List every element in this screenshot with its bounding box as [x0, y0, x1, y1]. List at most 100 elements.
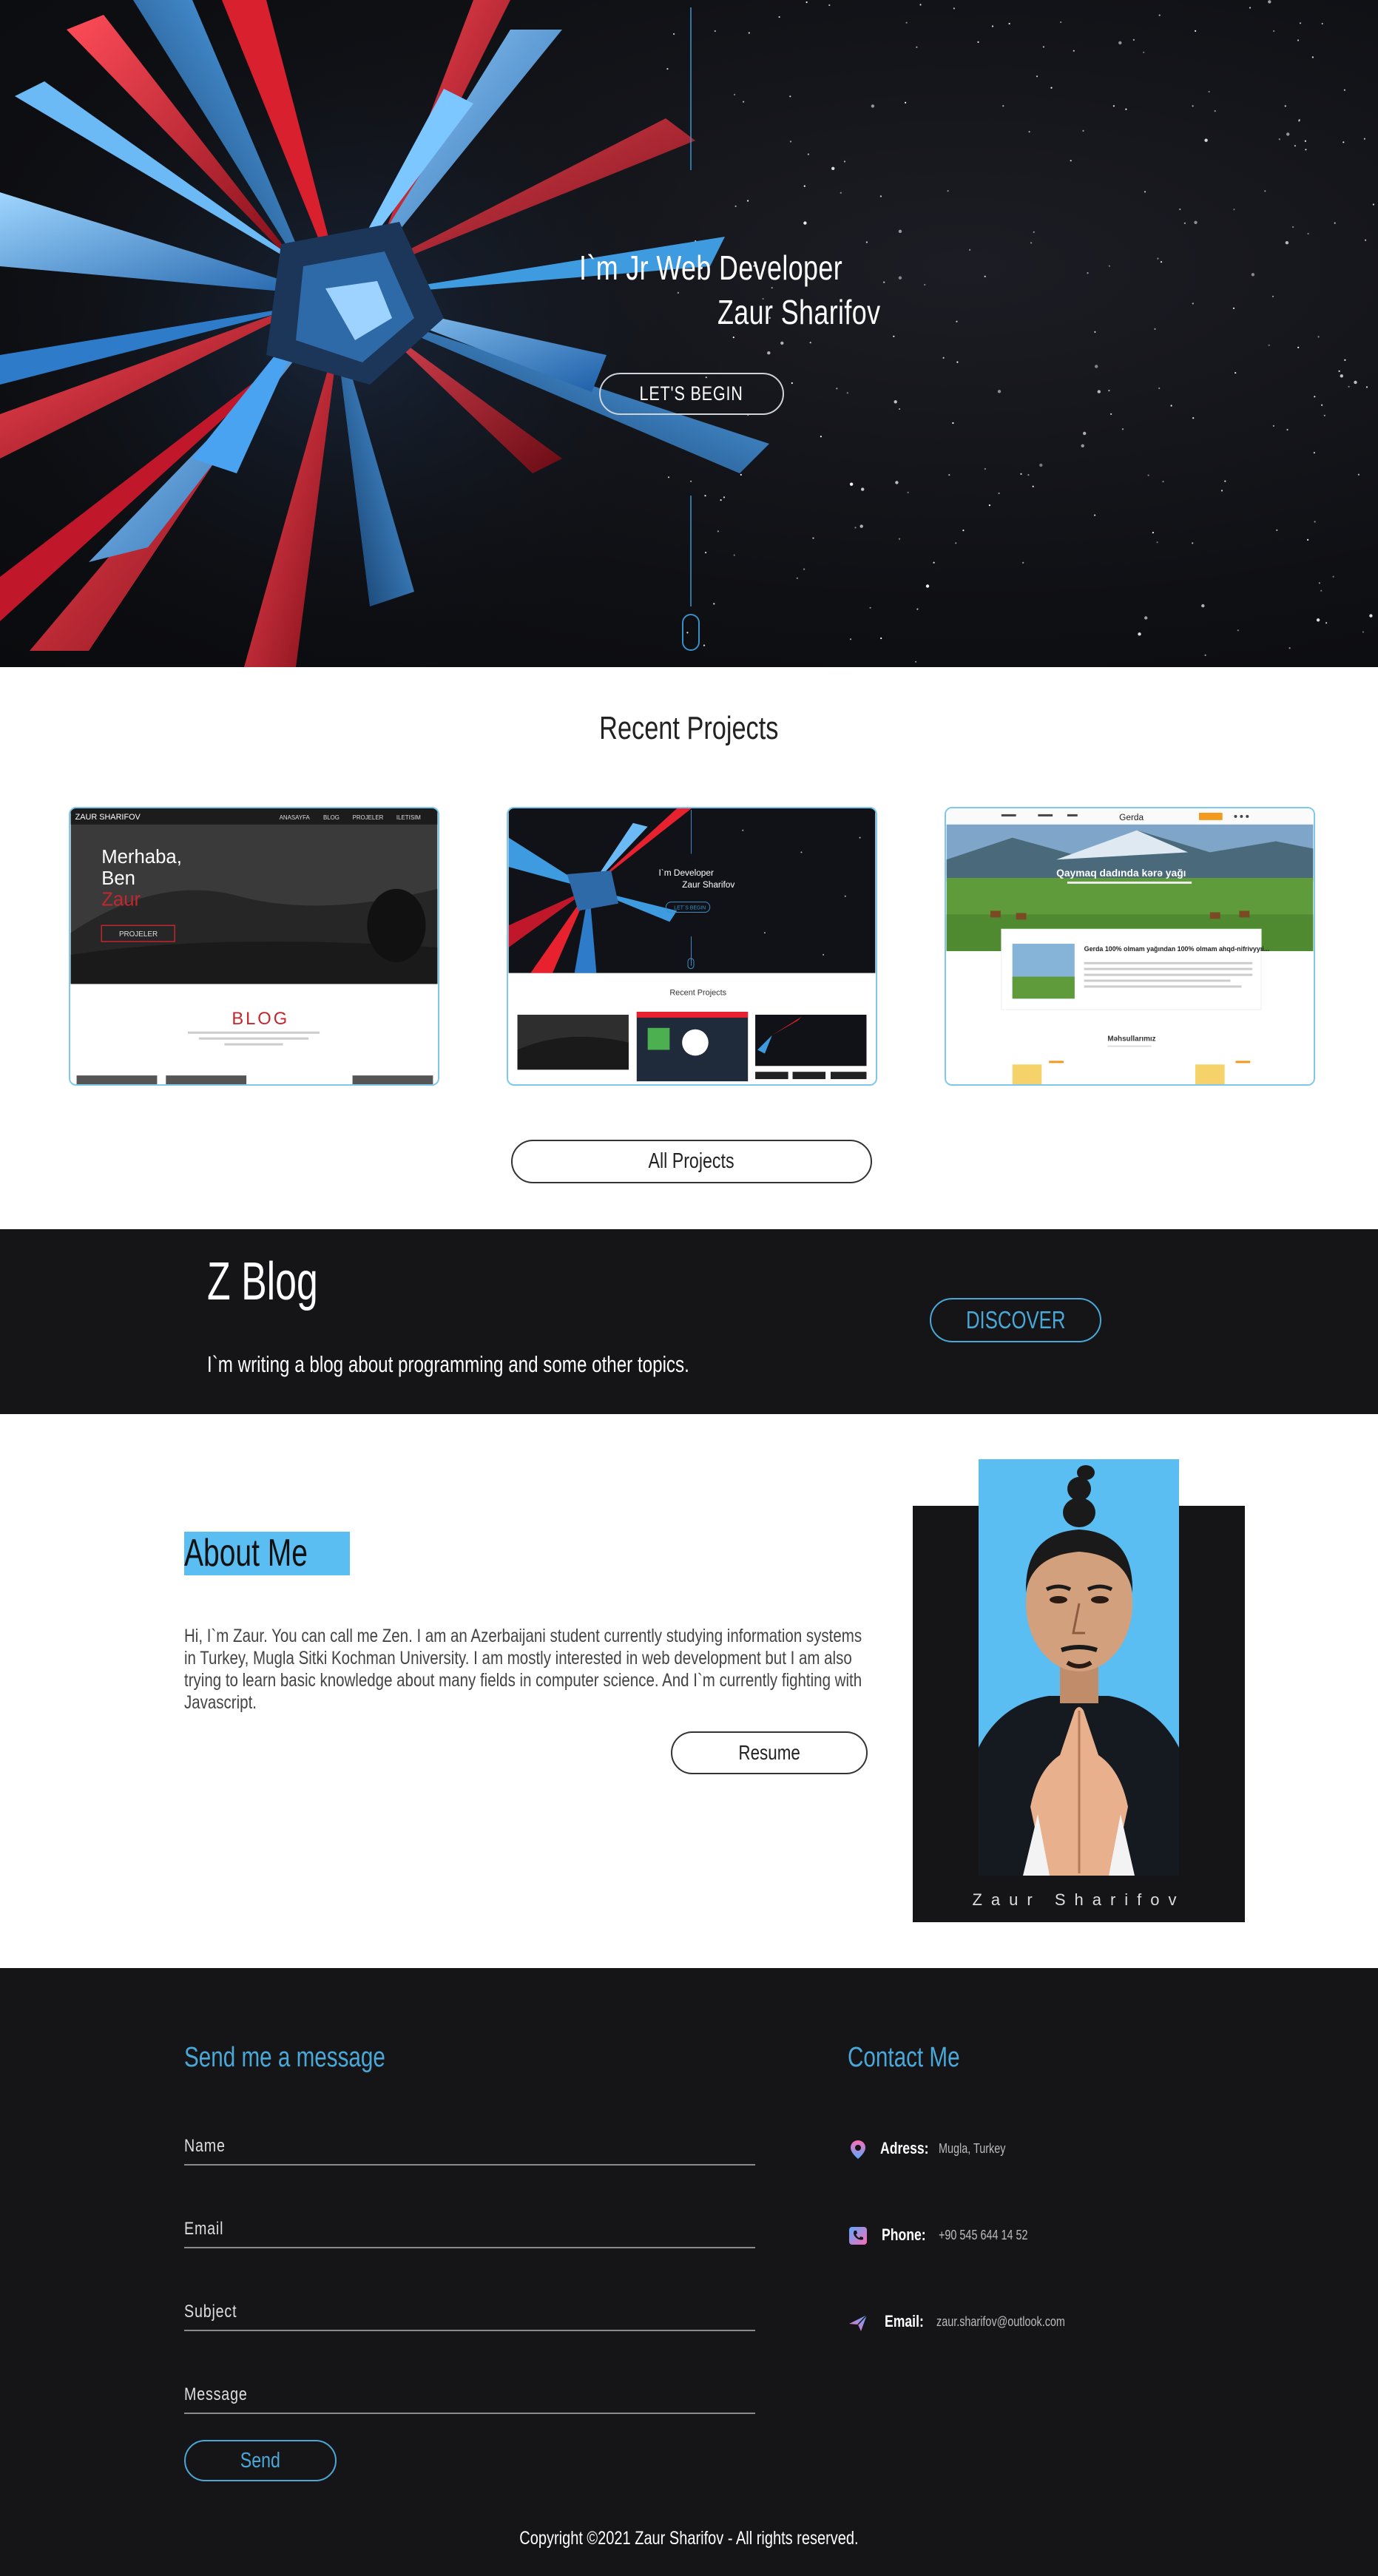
- star: [1307, 538, 1309, 541]
- send-label: Send: [240, 2448, 281, 2472]
- star: [1348, 385, 1350, 388]
- star: [1170, 405, 1172, 407]
- star: [1036, 75, 1038, 78]
- location-pin-icon: [851, 2140, 865, 2159]
- name-field[interactable]: [184, 2164, 755, 2166]
- star: [984, 275, 986, 277]
- star: [894, 400, 897, 404]
- star: [907, 491, 909, 494]
- star: [840, 192, 842, 194]
- profile-photo: [979, 1459, 1179, 1876]
- star: [1338, 370, 1340, 372]
- about-title: About Me: [184, 1532, 350, 1575]
- star: [1121, 428, 1124, 430]
- star: [916, 46, 918, 48]
- star: [1317, 336, 1320, 338]
- discover-button[interactable]: DISCOVER: [930, 1298, 1101, 1342]
- star: [809, 342, 811, 344]
- project-card-portfolio[interactable]: I`m Developer Zaur Sharifov LET`S BEGIN …: [507, 807, 877, 1086]
- message-field[interactable]: [184, 2413, 755, 2414]
- star: [859, 524, 863, 528]
- star: [1365, 386, 1368, 388]
- star: [828, 4, 831, 7]
- star: [905, 21, 908, 24]
- star: [955, 542, 957, 544]
- star: [849, 482, 854, 486]
- star: [997, 390, 1002, 393]
- address-label: Adress:: [880, 2139, 929, 2157]
- star: [1297, 346, 1300, 348]
- star: [849, 638, 852, 640]
- star: [805, 1, 808, 4]
- star: [977, 41, 979, 44]
- star: [948, 474, 950, 476]
- lets-begin-button[interactable]: LET'S BEGIN: [599, 373, 784, 415]
- hero-divider-bottom: [690, 496, 692, 606]
- footer-section: Send me a message Contact Me Name Email …: [0, 1968, 1378, 2576]
- all-projects-button[interactable]: All Projects: [511, 1140, 872, 1183]
- svg-text:BLOG: BLOG: [232, 1010, 289, 1029]
- star: [1070, 160, 1072, 162]
- project-card-gerda[interactable]: Gerda Qaymaq dadında kərə yağı Gerda 100…: [945, 807, 1315, 1086]
- star: [898, 538, 901, 540]
- scroll-down-icon[interactable]: [682, 614, 700, 651]
- star: [854, 527, 857, 529]
- star: [789, 95, 791, 98]
- star: [1372, 203, 1374, 206]
- star: [843, 160, 846, 163]
- star: [1073, 50, 1075, 52]
- star: [1033, 231, 1035, 233]
- star: [1050, 87, 1053, 89]
- star: [1039, 463, 1043, 467]
- star: [1289, 647, 1291, 649]
- star: [1143, 51, 1145, 53]
- star: [1284, 105, 1286, 107]
- star: [1192, 302, 1194, 305]
- about-text: Hi, I`m Zaur. You can call me Zen. I am …: [184, 1626, 862, 1713]
- star: [1157, 257, 1159, 260]
- message-field-label: Message: [184, 2384, 248, 2404]
- star: [869, 606, 871, 609]
- resume-button[interactable]: Resume: [671, 1731, 868, 1774]
- star: [1097, 390, 1101, 393]
- star: [1154, 328, 1156, 330]
- send-button[interactable]: Send: [184, 2440, 337, 2481]
- svg-text:LET`S BEGIN: LET`S BEGIN: [674, 906, 706, 911]
- paper-plane-icon: [849, 2314, 868, 2331]
- star: [803, 185, 805, 187]
- star: [1194, 220, 1198, 224]
- star: [1158, 14, 1161, 16]
- star: [1030, 242, 1033, 244]
- subject-field[interactable]: [184, 2330, 755, 2331]
- hero-abstract-art: [0, 0, 769, 667]
- star: [879, 195, 882, 197]
- project-card-blog[interactable]: ZAUR SHARIFOV ANASAYFA BLOG PROJELER ILE…: [69, 807, 439, 1086]
- star: [1094, 514, 1096, 516]
- star: [1251, 273, 1255, 277]
- star: [898, 229, 902, 233]
- star: [880, 637, 882, 640]
- star: [1144, 191, 1146, 193]
- project-thumbnail-blog: ZAUR SHARIFOV ANASAYFA BLOG PROJELER ILE…: [70, 808, 438, 1084]
- star: [916, 608, 919, 610]
- star: [1208, 90, 1210, 93]
- star: [1276, 529, 1278, 532]
- email-field[interactable]: [184, 2247, 755, 2248]
- star: [1233, 209, 1235, 211]
- star: [1204, 654, 1206, 657]
- discover-label: DISCOVER: [965, 1306, 1066, 1333]
- star: [1320, 589, 1323, 592]
- star: [1286, 428, 1289, 431]
- star: [1201, 604, 1205, 608]
- star: [1008, 22, 1010, 25]
- star: [1369, 614, 1373, 618]
- email-value[interactable]: zaur.sharifov@outlook.com: [936, 2314, 1065, 2330]
- star: [1272, 425, 1274, 427]
- star: [1343, 89, 1345, 91]
- svg-text:BLOG: BLOG: [323, 814, 340, 821]
- all-projects-label: All Projects: [648, 1149, 735, 1173]
- star: [796, 577, 798, 579]
- star: [1340, 374, 1344, 378]
- profile-name: Zaur Sharifov: [972, 1890, 1186, 1909]
- star: [1325, 622, 1328, 624]
